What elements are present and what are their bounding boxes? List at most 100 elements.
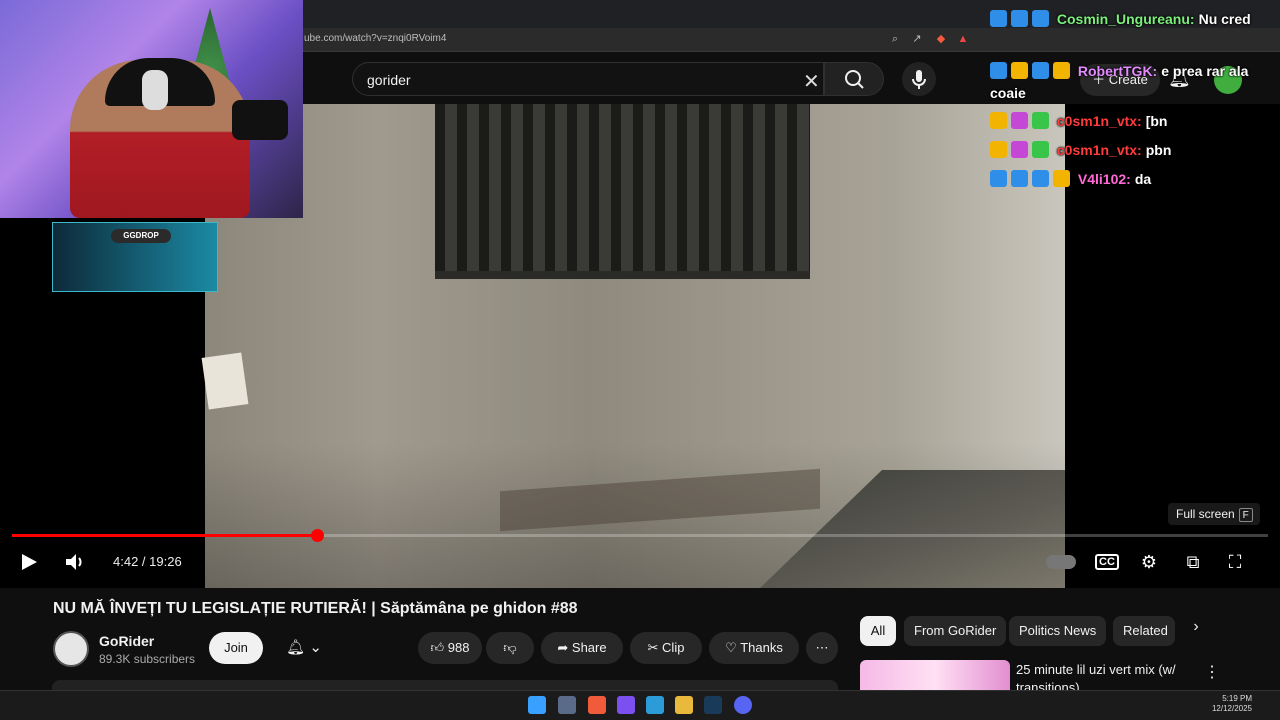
progress-bar[interactable]	[12, 529, 1268, 542]
chat-username: Cosmin_Ungureanu:	[1056, 11, 1195, 27]
clock-time: 5:19 PM	[1222, 694, 1252, 703]
progress-scrubber[interactable]	[311, 529, 324, 542]
chat-badge-icon	[1011, 141, 1028, 158]
search-box[interactable]: gorider ✕	[352, 62, 824, 96]
chat-badge-icon	[1032, 112, 1049, 129]
autoplay-toggle[interactable]	[1046, 548, 1078, 576]
start-icon[interactable]	[528, 696, 546, 714]
headphones	[142, 70, 168, 110]
more-actions-button[interactable]: ⋯	[806, 632, 838, 664]
video-title: NU MĂ ÎNVEȚI TU LEGISLAȚIE RUTIERĂ! | Să…	[53, 600, 578, 617]
like-button[interactable]: 👍︎ 988	[418, 632, 482, 664]
rewards-icon[interactable]: ▲	[956, 32, 970, 46]
clock-date: 12/12/2025	[1211, 704, 1252, 713]
volume-icon	[66, 554, 82, 570]
fullscreen-tooltip: Full screen F	[1168, 503, 1260, 525]
app-icon[interactable]	[646, 696, 664, 714]
recommendation-thumbnail[interactable]	[860, 660, 1010, 690]
chat-username: c0sm1n_vtx:	[1056, 113, 1142, 129]
brave-shield-icon[interactable]: ◆	[934, 32, 948, 46]
app-icon[interactable]	[617, 696, 635, 714]
join-button[interactable]: Join	[209, 632, 263, 664]
chat-message: V4li102: da	[990, 168, 1280, 190]
chat-message: RobertTGK: e prea rar ala coaie	[990, 60, 1280, 104]
url-text[interactable]: ube.com/watch?v=znqi0RVoim4	[304, 33, 446, 44]
more-icon: ⋯	[815, 640, 829, 655]
chat-badge-icon	[1053, 62, 1070, 79]
play-button[interactable]	[16, 548, 42, 576]
close-icon[interactable]: ✕	[803, 69, 820, 94]
chip-related[interactable]: Related	[1113, 616, 1175, 646]
channel-name[interactable]: GoRider	[99, 633, 154, 649]
chat-badge-icon	[1011, 10, 1028, 27]
video-content-sign	[201, 352, 249, 410]
chat-badge-icon	[1011, 62, 1028, 79]
discord-icon[interactable]	[734, 696, 752, 714]
gear-icon: ⚙	[1140, 552, 1158, 572]
captions-button[interactable]: CC	[1094, 548, 1120, 576]
zoom-icon[interactable]: ⌕	[888, 32, 902, 46]
chevron-down-icon: ⌄	[309, 639, 322, 656]
microphone-icon	[912, 70, 926, 89]
chip-from-channel[interactable]: From GoRider	[904, 616, 1007, 646]
chevron-right-icon[interactable]: ›	[1183, 618, 1209, 644]
mute-button[interactable]	[62, 548, 88, 576]
subscriber-count: 89.3K subscribers	[99, 652, 196, 666]
sponsor-label: GGDROP	[111, 229, 171, 243]
search-icon	[845, 70, 864, 89]
search-input[interactable]: gorider	[367, 72, 411, 88]
more-vert-icon[interactable]: ⋮	[1204, 662, 1220, 682]
autoplay-toggle-track	[1046, 555, 1076, 569]
voice-search-button[interactable]	[902, 62, 936, 96]
clip-button[interactable]: ✂ Clip	[630, 632, 702, 664]
share-page-icon[interactable]: ↗	[910, 32, 924, 46]
folder-icon[interactable]	[675, 696, 693, 714]
play-icon	[22, 554, 37, 570]
chat-badge-icon	[990, 10, 1007, 27]
heart-dollar-icon: ♡	[725, 640, 741, 655]
chat-text: da	[1134, 171, 1152, 187]
search-button[interactable]	[824, 62, 884, 96]
chat-badge-icon	[990, 170, 1007, 187]
clock[interactable]: 5:19 PM 12/12/2025	[1210, 694, 1252, 714]
task-view-icon[interactable]	[558, 696, 576, 714]
chat-username: RobertTGK:	[1077, 63, 1158, 79]
thanks-button[interactable]: ♡ Thanks	[709, 632, 799, 664]
chat-text: [bn	[1145, 113, 1168, 129]
dislike-button[interactable]: 👎︎	[486, 632, 534, 664]
scissors-icon: ✂	[647, 640, 663, 655]
steam-icon[interactable]	[704, 696, 722, 714]
bell-icon: 🔔︎	[286, 639, 306, 656]
thumbs-down-icon: 👎︎	[503, 640, 517, 655]
share-icon: ➦	[557, 640, 572, 655]
share-button[interactable]: ➦ Share	[541, 632, 623, 664]
windows-taskbar: 5:19 PM 12/12/2025	[0, 690, 1280, 720]
miniplayer-icon: ⧉	[1186, 552, 1200, 572]
like-count: 988	[447, 640, 470, 655]
progress-fill	[12, 534, 317, 537]
thumbs-up-icon: 👍︎	[430, 640, 448, 655]
fullscreen-tooltip-text: Full screen	[1176, 507, 1235, 521]
brave-icon[interactable]	[588, 696, 606, 714]
channel-avatar[interactable]	[53, 631, 89, 667]
chip-politics-news[interactable]: Politics News	[1009, 616, 1107, 646]
chip-all[interactable]: All	[860, 616, 896, 646]
chat-badge-icon	[1053, 170, 1070, 187]
miniplayer-button[interactable]: ⧉	[1180, 548, 1206, 576]
chat-badge-icon	[990, 112, 1007, 129]
chat-message: Cosmin_Ungureanu: Nu cred	[990, 8, 1280, 30]
captions-icon: CC	[1095, 554, 1119, 570]
stream-chat: Cosmin_Ungureanu: Nu cred RobertTGK: e pre…	[990, 4, 1280, 194]
share-label: Share	[571, 640, 607, 655]
settings-button[interactable]: ⚙	[1136, 548, 1162, 576]
chat-badge-icon	[990, 141, 1007, 158]
recommendation-title[interactable]: 25 minute lil uzi vert mix (w/ transitio…	[1016, 661, 1186, 691]
chat-text: Nu cred	[1198, 11, 1251, 27]
chat-badge-icon	[1032, 10, 1049, 27]
fullscreen-button[interactable]: ⛶	[1222, 548, 1248, 576]
streamer-webcam	[0, 0, 303, 218]
chat-message: c0sm1n_vtx: [bn	[990, 110, 1280, 132]
chat-badge-icon	[1011, 112, 1028, 129]
chat-text: pbn	[1145, 142, 1172, 158]
subscription-bell-button[interactable]: 🔔︎ ⌄	[274, 632, 334, 664]
